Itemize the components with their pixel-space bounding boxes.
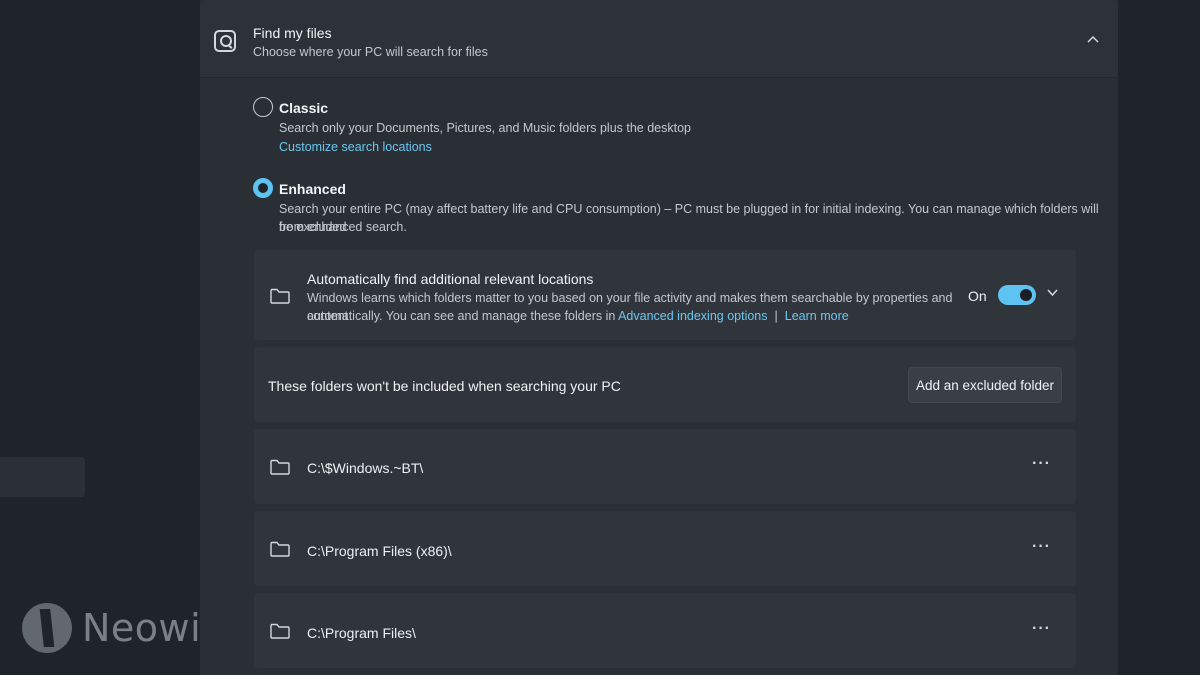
- classic-description: Search only your Documents, Pictures, an…: [279, 121, 692, 135]
- folder-icon: [270, 288, 290, 304]
- left-navigation-background: [0, 0, 200, 675]
- toggle-state-label: On: [968, 288, 987, 304]
- enhanced-description-line2: from enhanced search.: [279, 220, 407, 234]
- enhanced-radio[interactable]: [253, 178, 273, 198]
- folder-path: C:\Program Files (x86)\: [307, 543, 452, 559]
- auto-find-locations-card: Automatically find additional relevant l…: [254, 250, 1076, 340]
- more-options-icon[interactable]: ···: [1032, 538, 1051, 556]
- more-options-icon[interactable]: ···: [1032, 455, 1051, 473]
- header-title: Find my files: [253, 25, 332, 41]
- settings-panel: Find my files Choose where your PC will …: [200, 0, 1118, 675]
- learn-more-link[interactable]: Learn more: [785, 309, 849, 323]
- folder-icon: [270, 623, 290, 639]
- find-my-files-header[interactable]: Find my files Choose where your PC will …: [200, 0, 1118, 78]
- excluded-folder-row: C:\Program Files\ ···: [254, 593, 1076, 668]
- excluded-folders-description: These folders won't be included when sea…: [268, 378, 621, 394]
- neowin-watermark: Neowin: [22, 600, 226, 656]
- chevron-up-icon[interactable]: [1086, 32, 1100, 46]
- folder-icon: [270, 541, 290, 557]
- folder-icon: [270, 459, 290, 475]
- auto-locations-description-prefix: automatically. You can see and manage th…: [307, 309, 619, 323]
- auto-locations-title: Automatically find additional relevant l…: [307, 271, 594, 287]
- excluded-folder-row: C:\Program Files (x86)\ ···: [254, 511, 1076, 586]
- classic-label: Classic: [279, 100, 329, 116]
- advanced-indexing-options-link[interactable]: Advanced indexing options: [618, 309, 767, 323]
- search-folder-icon: [214, 30, 236, 52]
- left-nav-selected-item[interactable]: [0, 457, 85, 497]
- toggle-knob: [1020, 289, 1032, 301]
- enhanced-label: Enhanced: [279, 181, 346, 197]
- chevron-down-icon[interactable]: [1046, 286, 1059, 302]
- folder-path: C:\Program Files\: [307, 625, 416, 641]
- folder-path: C:\$Windows.~BT\: [307, 460, 424, 476]
- auto-locations-description-line2: automatically. You can see and manage th…: [307, 307, 849, 325]
- excluded-folder-row: C:\$Windows.~BT\ ···: [254, 429, 1076, 504]
- excluded-folders-card: These folders won't be included when sea…: [254, 347, 1076, 422]
- more-options-icon[interactable]: ···: [1032, 620, 1051, 638]
- header-subtitle: Choose where your PC will search for fil…: [253, 45, 488, 59]
- add-excluded-folder-button[interactable]: Add an excluded folder: [908, 367, 1062, 403]
- link-separator: |: [774, 309, 778, 323]
- neowin-logo-icon: [22, 603, 72, 653]
- auto-locations-toggle[interactable]: [998, 285, 1036, 305]
- classic-radio[interactable]: [253, 97, 273, 117]
- customize-search-locations-link[interactable]: Customize search locations: [279, 138, 432, 156]
